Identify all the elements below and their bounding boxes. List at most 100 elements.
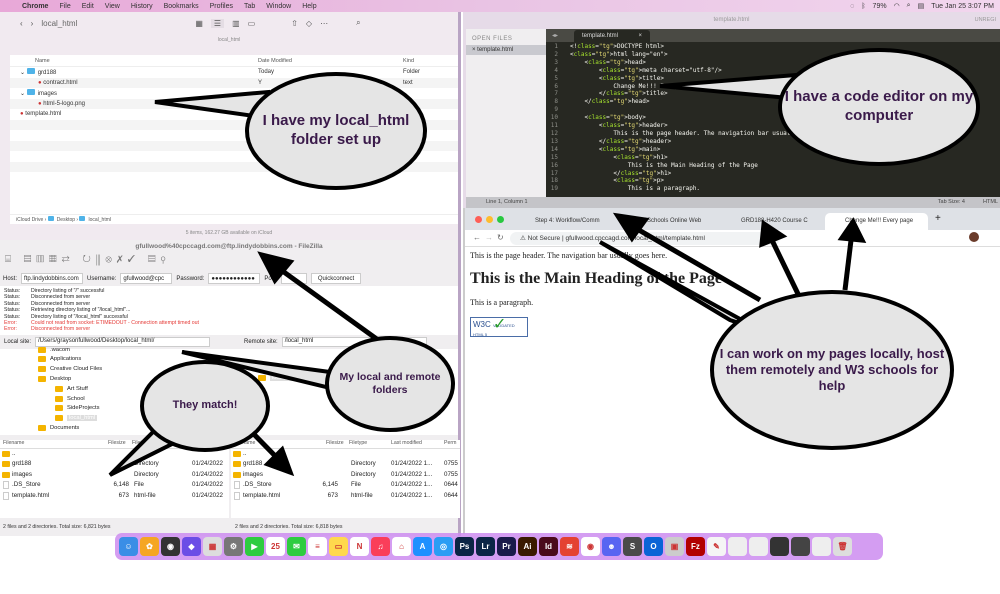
wifi-icon[interactable]: ◠ [894,2,900,10]
dock-app-filezilla[interactable]: Fz [686,537,705,556]
back-icon[interactable]: ‹ [20,19,23,28]
dock-app-outlook[interactable]: O [644,537,663,556]
crumb-local-html[interactable]: local_html [88,217,111,223]
tab-w3schools[interactable]: W3Schools Online Web [618,213,718,230]
close-window-button[interactable] [475,216,482,223]
dock-app-app-store[interactable]: A [413,537,432,556]
forward-icon[interactable]: → [485,233,493,242]
menu-profiles[interactable]: Profiles [210,3,233,10]
search-icon[interactable]: ⌕ [356,18,360,28]
dock-app-textedit[interactable]: ✎ [707,537,726,556]
local-tree-item[interactable]: Documents [38,423,79,432]
profile-avatar[interactable] [969,232,979,242]
tab-nav-icon[interactable]: ◂▸ [552,32,558,39]
w3c-badge[interactable]: W3C VALIDATED HTML 5 ✓ [470,316,528,337]
dock-app-todoist[interactable]: ≋ [560,537,579,556]
host-input[interactable]: ftp.lindydobbins.com [21,273,84,284]
new-tab-button[interactable]: + [935,213,941,224]
dock-app-calendar[interactable]: 25 [266,537,285,556]
col-date[interactable]: Date Modified [258,58,403,64]
tab-grd188[interactable]: GRD188-H420 Course C [721,213,821,230]
remote-tree-item[interactable]: local_html [258,373,301,382]
column-view-icon[interactable]: ▥ [232,19,240,28]
dock-app-siri[interactable]: ◉ [161,537,180,556]
finder-row[interactable]: ⌄ grd188 Today Folder [10,67,458,78]
file-row[interactable]: template.html 673 html-file 01/24/2022 [0,491,229,501]
quickconnect-button[interactable]: Quickconnect [311,273,362,284]
dock-app-window-5[interactable] [812,537,831,556]
menu-help[interactable]: Help [302,3,316,10]
local-tree-item[interactable]: Creative Cloud Files [38,365,102,374]
file-row[interactable]: images Directory 01/24/2022 1... 0755 [231,470,460,480]
crumb-desktop[interactable]: Desktop [57,217,75,223]
dock-app-sublime-text[interactable]: S [623,537,642,556]
col-kind[interactable]: Kind [403,58,414,64]
dock-app-premiere[interactable]: Pr [497,537,516,556]
share-icon[interactable]: ⇧ [291,19,298,28]
col-header[interactable]: Filename [3,440,24,446]
battery-percent[interactable]: 79% [873,3,887,10]
password-input[interactable]: ●●●●●●●●●●●● [208,273,261,284]
col-header[interactable]: Filetype [349,440,367,446]
menu-file[interactable]: File [59,3,70,10]
dock-app-discord[interactable]: ☻ [602,537,621,556]
message-log[interactable]: Status: Directory listing of "/" successf… [0,286,458,335]
dock-app-window-3[interactable] [770,537,789,556]
dock-app-finder[interactable]: ☺ [119,537,138,556]
tab-size[interactable]: Tab Size: 4 [938,197,965,208]
dock-app-launchpad[interactable]: ▦ [203,537,222,556]
clock[interactable]: Tue Jan 25 3:07 PM [931,3,994,10]
menu-bookmarks[interactable]: Bookmarks [164,3,199,10]
local-tree-item[interactable]: School [55,394,85,403]
gallery-view-icon[interactable]: ▭ [248,19,256,28]
port-input[interactable] [281,273,308,284]
close-icon[interactable]: × [638,33,642,39]
file-row[interactable]: grd188 Directory 01/24/2022 [0,459,229,469]
menu-window[interactable]: Window [266,3,291,10]
dock-app-window-2[interactable] [749,537,768,556]
tag-icon[interactable]: ◇ [306,19,312,28]
toolbar-icons[interactable]: ▤▥▦⇄ ↻⫼⊗✗✓ ▤⚲ [24,254,171,265]
tab-workflow[interactable]: Step 4: Workflow/Comm [515,213,615,230]
dock-app-notes[interactable]: ▭ [329,537,348,556]
local-tree-item[interactable]: local_html [55,414,98,423]
local-tree-item[interactable]: Art Stuff [55,384,88,393]
dock-app-messages[interactable]: ✉ [287,537,306,556]
dock-app-window-4[interactable] [791,537,810,556]
file-row[interactable]: grd188 Directory 01/24/2022 1... 0755 [231,459,460,469]
dock-app-window-1[interactable] [728,537,747,556]
tab-change-me[interactable]: Change Me!!! Every page [825,213,928,230]
dock-app-illustrator[interactable]: Ai [518,537,537,556]
file-row[interactable]: images Directory 01/24/2022 [0,470,229,480]
menu-app-name[interactable]: Chrome [22,3,48,10]
col-name[interactable]: Name [10,58,258,64]
username-input[interactable]: gfullwood@cpc [120,273,173,284]
local-tree-item[interactable]: Desktop [38,374,71,383]
control-center-icon[interactable]: ▤ [918,2,925,10]
col-header[interactable]: Filesize [108,440,126,446]
dock-app-photos[interactable]: ✿ [140,537,159,556]
address-bar[interactable]: ⚠ Not Secure | gfullwood.cpccagd.com/loc… [510,232,780,245]
dock-app-safari[interactable]: ◎ [434,537,453,556]
headphones-icon[interactable]: ◌ [850,3,854,10]
site-manager-icon[interactable]: ⌸ [5,254,16,265]
icon-view-icon[interactable]: ▦ [195,19,203,28]
more-icon[interactable]: ⋯ [320,19,328,28]
menu-history[interactable]: History [131,3,153,10]
editor-tab[interactable]: template.html × [574,30,650,42]
file-row[interactable]: .. [231,449,460,459]
security-label[interactable]: Not Secure [528,235,561,242]
dock-app-chrome[interactable]: ◉ [581,537,600,556]
forward-icon[interactable]: › [31,19,34,28]
local-tree-item[interactable]: .wacom [38,345,70,354]
dock-app-news[interactable]: N [350,537,369,556]
dock-app-music[interactable]: ♫ [371,537,390,556]
search-icon[interactable]: ⌕ [907,2,911,10]
dock-app-lightroom[interactable]: Lr [476,537,495,556]
dock-app-reminders[interactable]: ≡ [308,537,327,556]
open-file-item[interactable]: × template.html [466,45,546,55]
menu-view[interactable]: View [105,3,120,10]
dock-app-indesign[interactable]: Id [539,537,558,556]
col-header[interactable]: Last modified [391,440,422,446]
dock-app-system-preferences[interactable]: ⚙ [224,537,243,556]
